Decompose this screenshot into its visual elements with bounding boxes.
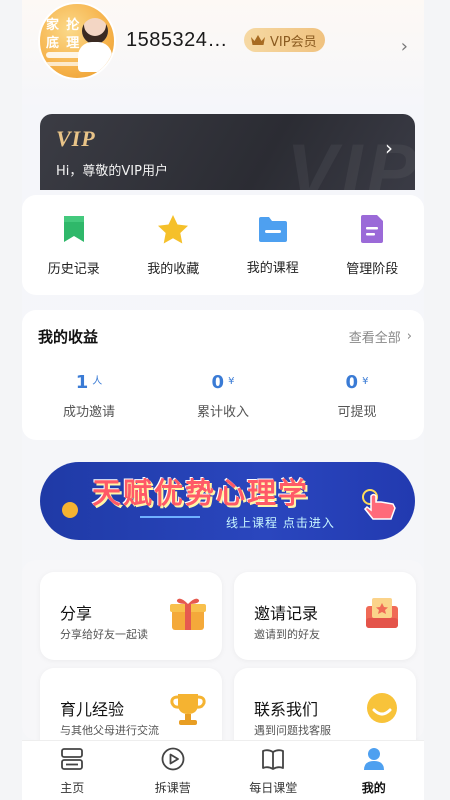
tab-mine[interactable]: 我的 bbox=[334, 746, 414, 796]
book-icon bbox=[260, 746, 286, 776]
stat-invites[interactable]: 1人 成功邀请 bbox=[29, 372, 149, 420]
chevron-right-icon[interactable]: › bbox=[401, 36, 408, 57]
profile-header[interactable]: 家 抡 底 理 1585324… VIP会员 › bbox=[22, 0, 424, 100]
tab-daily-class[interactable]: 每日课堂 bbox=[233, 746, 313, 796]
tab-label: 我的 bbox=[361, 780, 386, 795]
stat-value: 1 bbox=[75, 372, 89, 393]
card-title: 分享 bbox=[60, 604, 93, 623]
vip-logo: VIP bbox=[56, 126, 96, 151]
card-subtitle: 分享给好友一起读 bbox=[60, 628, 148, 641]
quick-item-favorites[interactable]: 我的收藏 bbox=[124, 214, 224, 277]
stat-label: 可提现 bbox=[337, 405, 377, 420]
stat-value: 0 bbox=[345, 372, 359, 393]
tab-label: 每日课堂 bbox=[249, 780, 298, 795]
tab-home[interactable]: 主页 bbox=[32, 746, 112, 796]
view-all-link[interactable]: 查看全部 › bbox=[349, 327, 412, 346]
quick-item-label: 我的课程 bbox=[246, 260, 299, 276]
gift-icon bbox=[168, 594, 208, 636]
avatar[interactable]: 家 抡 底 理 bbox=[38, 2, 116, 80]
banner-subtitle: 线上课程 点击进入 bbox=[226, 516, 335, 530]
chat-icon bbox=[362, 690, 402, 732]
vip-badge-label: VIP会员 bbox=[270, 34, 317, 50]
chevron-right-icon[interactable]: › bbox=[385, 136, 393, 160]
card-subtitle: 遇到问题找客服 bbox=[254, 724, 331, 737]
user-icon bbox=[361, 746, 387, 776]
invite-record-card[interactable]: 邀请记录 邀请到的好友 bbox=[234, 572, 416, 660]
tab-label: 主页 bbox=[60, 780, 85, 795]
stat-withdrawable[interactable]: 0 ¥ 可提现 bbox=[297, 372, 417, 420]
vip-watermark: VIP bbox=[286, 129, 416, 190]
username: 1585324… bbox=[126, 29, 228, 51]
avatar-text-line2: 底 理 bbox=[46, 35, 82, 50]
earnings-card: 我的收益 查看全部 › 1人 成功邀请 0 ¥ 累计收入 0 ¥ 可提现 bbox=[22, 310, 424, 440]
share-card[interactable]: 分享 分享给好友一起读 bbox=[40, 572, 222, 660]
play-icon bbox=[160, 746, 186, 776]
action-grid: 分享 分享给好友一起读 邀请记录 邀请到的好友 育儿经验 与其他父母进行交流 联… bbox=[22, 560, 424, 756]
earnings-stats: 1人 成功邀请 0 ¥ 累计收入 0 ¥ 可提现 bbox=[22, 372, 424, 420]
vip-card[interactable]: VIP VIP Hi，尊敬的VIP用户 › bbox=[40, 114, 415, 190]
card-title: 育儿经验 bbox=[60, 700, 125, 719]
earnings-title: 我的收益 bbox=[38, 328, 99, 346]
quick-item-label: 我的收藏 bbox=[147, 261, 200, 277]
quick-item-label: 管理阶段 bbox=[346, 261, 399, 277]
banner-line bbox=[140, 516, 200, 518]
card-subtitle: 邀请到的好友 bbox=[254, 628, 320, 641]
avatar-face bbox=[82, 18, 108, 44]
banner-title: 天赋优势心理学 bbox=[92, 478, 310, 510]
stat-label: 累计收入 bbox=[196, 405, 249, 420]
stat-total-income[interactable]: 0 ¥ 累计收入 bbox=[163, 372, 283, 420]
stat-value: 0 bbox=[211, 372, 225, 393]
crown-icon bbox=[250, 34, 266, 46]
bottom-tab-bar: 主页 拆课营 每日课堂 我的 bbox=[22, 740, 424, 800]
quick-item-history[interactable]: 历史记录 bbox=[24, 214, 124, 277]
invite-record-icon bbox=[362, 594, 402, 636]
stat-label: 成功邀请 bbox=[62, 405, 115, 420]
avatar-stripe bbox=[46, 52, 86, 58]
home-icon bbox=[59, 746, 85, 776]
quick-item-courses[interactable]: 我的课程 bbox=[223, 215, 323, 276]
banner-dot bbox=[62, 502, 78, 518]
course-banner[interactable]: 天赋优势心理学 线上课程 点击进入 bbox=[40, 462, 415, 540]
stat-unit: 人 bbox=[92, 376, 103, 387]
card-subtitle: 与其他父母进行交流 bbox=[60, 724, 159, 737]
view-all-label: 查看全部 bbox=[348, 331, 401, 346]
tab-label: 拆课营 bbox=[154, 780, 191, 795]
profile-page: 家 抡 底 理 1585324… VIP会员 › VIP VIP Hi，尊敬的V… bbox=[22, 0, 424, 800]
avatar-stripe bbox=[46, 62, 92, 66]
quick-item-label: 历史记录 bbox=[47, 261, 100, 277]
quick-menu: 历史记录 我的收藏 我的课程 管理阶段 bbox=[22, 195, 424, 295]
card-title: 邀请记录 bbox=[254, 604, 319, 623]
vip-subtitle: Hi，尊敬的VIP用户 bbox=[56, 164, 168, 179]
vip-badge[interactable]: VIP会员 bbox=[244, 28, 325, 52]
stat-unit: ¥ bbox=[362, 376, 369, 387]
stat-unit: ¥ bbox=[228, 376, 235, 387]
star-icon bbox=[157, 214, 189, 248]
bookmark-icon bbox=[61, 214, 87, 248]
chevron-right-icon: › bbox=[406, 329, 412, 344]
pointer-hand-icon bbox=[361, 488, 401, 526]
document-icon bbox=[359, 214, 385, 248]
folder-icon bbox=[257, 215, 289, 247]
quick-item-stages[interactable]: 管理阶段 bbox=[323, 214, 423, 277]
tab-camp[interactable]: 拆课营 bbox=[133, 746, 213, 796]
trophy-icon bbox=[168, 690, 208, 732]
card-title: 联系我们 bbox=[254, 700, 319, 719]
avatar-text-line1: 家 抡 bbox=[46, 17, 82, 32]
